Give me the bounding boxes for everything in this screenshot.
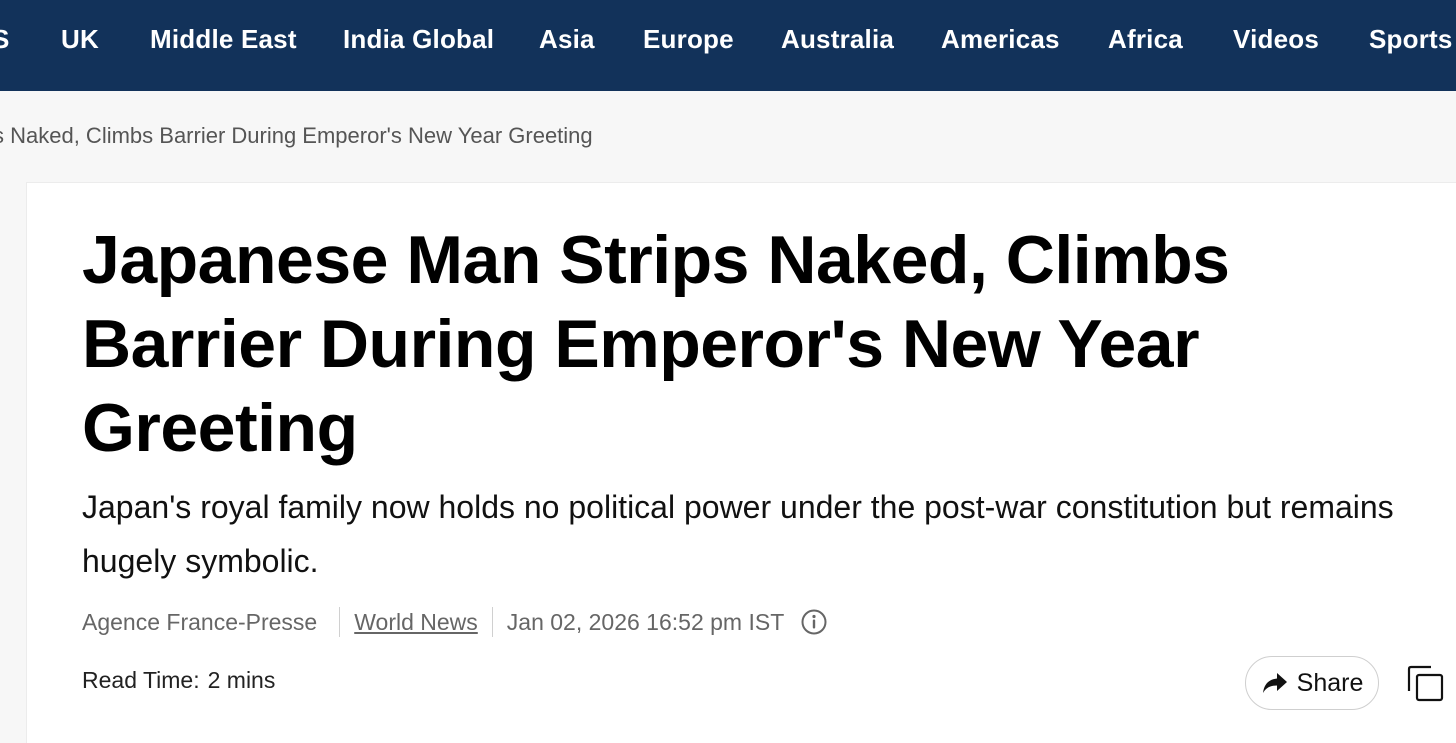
article-headline: Japanese Man Strips Naked, Climbs Barrie…: [82, 222, 1230, 466]
copy-icon[interactable]: [1406, 664, 1446, 704]
info-icon[interactable]: [800, 608, 828, 636]
nav-item-sports[interactable]: Sports: [1369, 24, 1453, 55]
read-time-value: 2 mins: [207, 667, 276, 693]
share-label: Share: [1296, 668, 1364, 697]
nav-item-uk[interactable]: UK: [61, 24, 99, 55]
article-meta: Agence France-Presse World News Jan 02, …: [82, 604, 828, 640]
top-navigation: S UK Middle East India Global Asia Europ…: [0, 0, 1456, 91]
nav-item-asia[interactable]: Asia: [539, 24, 595, 55]
article-source: Agence France-Presse: [82, 608, 318, 635]
nav-item-americas[interactable]: Americas: [941, 24, 1060, 55]
nav-item-india-global[interactable]: India Global: [343, 24, 494, 55]
nav-item-africa[interactable]: Africa: [1108, 24, 1183, 55]
publish-timestamp: Jan 02, 2026 16:52 pm IST: [506, 608, 785, 635]
read-time-label: Read Time:: [82, 667, 200, 693]
category-link[interactable]: World News: [354, 609, 478, 636]
breadcrumb: s Naked, Climbs Barrier During Emperor's…: [0, 123, 593, 148]
share-arrow-icon: [1262, 673, 1287, 693]
nav-item-cut-off[interactable]: S: [0, 24, 10, 55]
meta-divider: [491, 607, 493, 637]
nav-item-middle-east[interactable]: Middle East: [150, 24, 297, 55]
meta-divider: [339, 607, 341, 637]
article-subheadline: Japan's royal family now holds no politi…: [82, 489, 1394, 579]
nav-item-videos[interactable]: Videos: [1233, 24, 1319, 55]
nav-item-australia[interactable]: Australia: [781, 24, 894, 55]
read-time: Read Time: 2 mins: [82, 667, 275, 694]
nav-item-europe[interactable]: Europe: [643, 24, 734, 55]
share-button[interactable]: Share: [1245, 656, 1379, 710]
